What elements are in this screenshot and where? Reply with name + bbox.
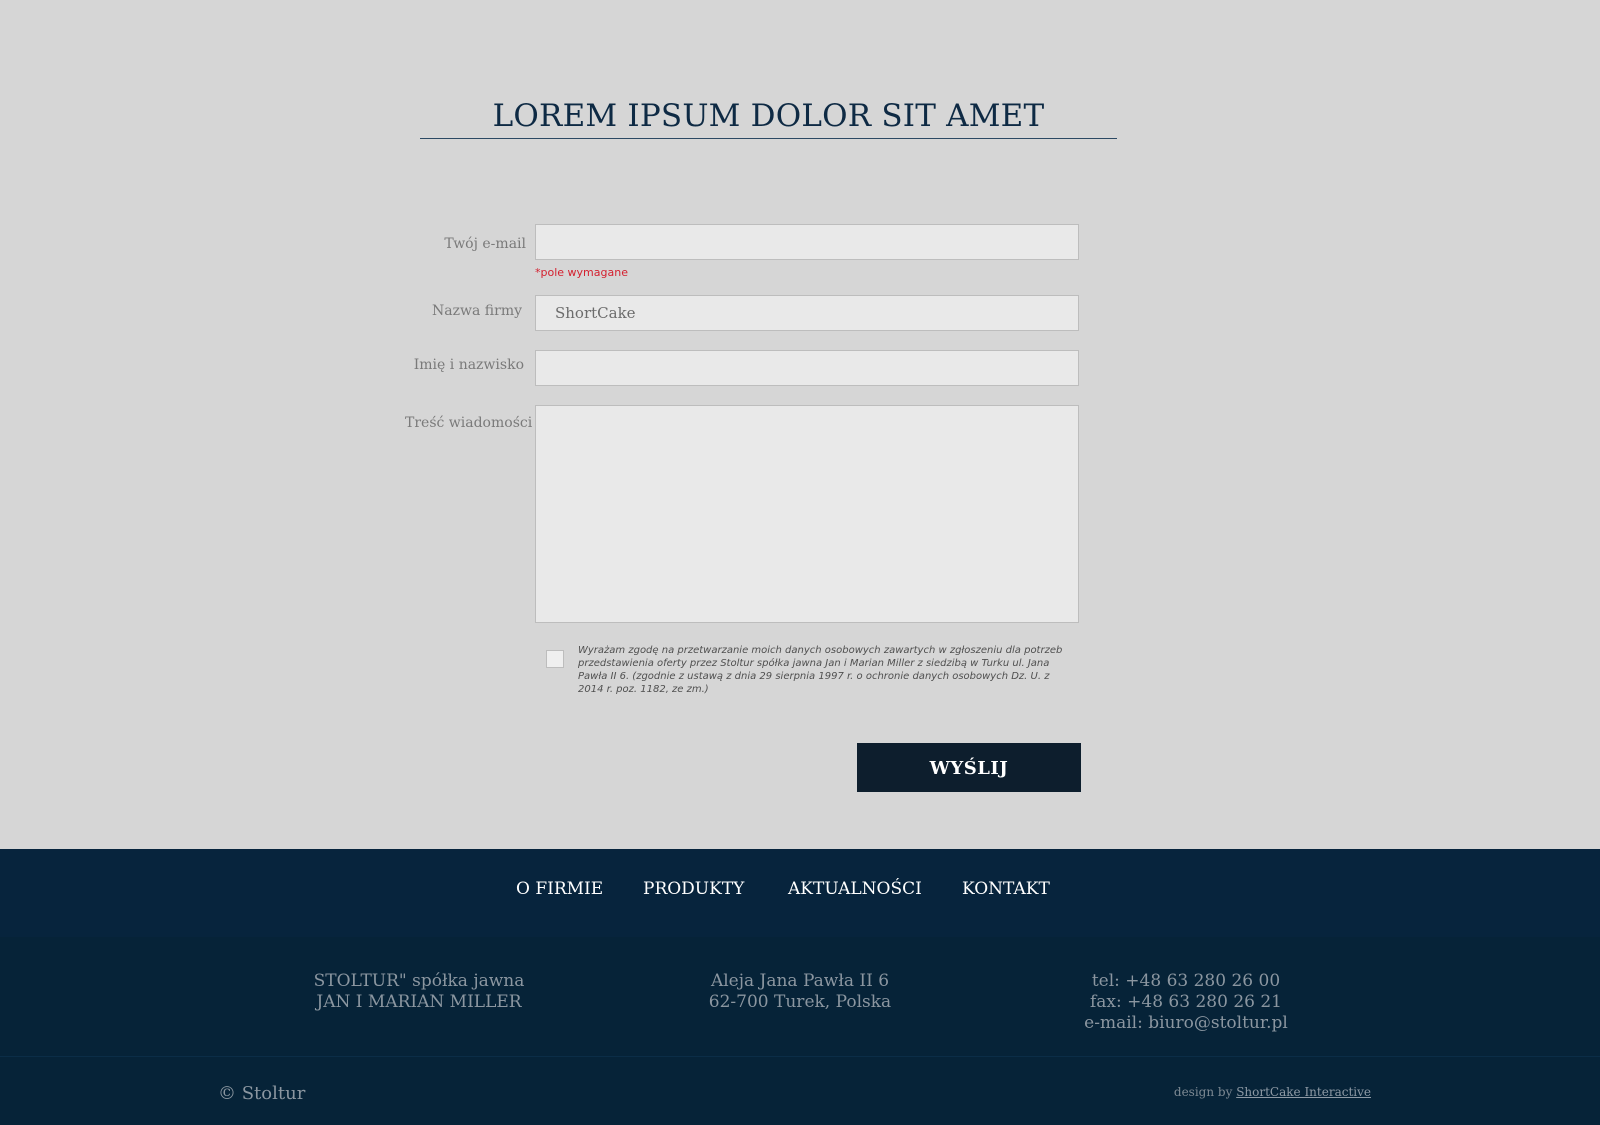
required-note: *pole wymagane xyxy=(535,266,628,279)
consent-text: Wyrażam zgodę na przetwarzanie moich dan… xyxy=(578,645,1063,695)
credit-link[interactable]: ShortCake Interactive xyxy=(1236,1085,1371,1099)
title-divider xyxy=(420,138,1117,139)
copyright: © Stoltur xyxy=(218,1083,306,1104)
address-info: Aleja Jana Pawła II 6 62-700 Turek, Pols… xyxy=(600,971,1000,1013)
email-field[interactable] xyxy=(535,224,1079,260)
message-label: Treść wiadomości xyxy=(405,415,533,431)
page: LOREM IPSUM DOLOR SIT AMET Twój e-mail *… xyxy=(0,0,1600,1125)
contact-email: e-mail: biuro@stoltur.pl xyxy=(1084,1013,1288,1033)
page-title: LOREM IPSUM DOLOR SIT AMET xyxy=(492,98,1045,134)
nav-item-kontakt[interactable]: KONTAKT xyxy=(962,879,1050,899)
address-city: 62-700 Turek, Polska xyxy=(708,992,892,1012)
submit-button[interactable]: WYŚLIJ xyxy=(857,743,1081,792)
email-label: Twój e-mail xyxy=(444,236,526,252)
footer-contact-info: STOLTUR" spółka jawna JAN I MARIAN MILLE… xyxy=(0,937,1600,1056)
contact-section: LOREM IPSUM DOLOR SIT AMET Twój e-mail *… xyxy=(0,0,1600,849)
credit-prefix: design by xyxy=(1173,1085,1233,1099)
nav-item-produkty[interactable]: PRODUKTY xyxy=(643,879,744,899)
phone-number: tel: +48 63 280 26 00 xyxy=(1091,971,1281,991)
company-field[interactable] xyxy=(535,295,1079,331)
footer-nav: O FIRMIE PRODUKTY AKTUALNOŚCI KONTAKT xyxy=(0,849,1600,937)
company-name: STOLTUR" spółka jawna xyxy=(313,971,525,991)
company-info: STOLTUR" spółka jawna JAN I MARIAN MILLE… xyxy=(219,971,619,1013)
message-textarea[interactable] xyxy=(535,405,1079,623)
footer-bottom-bar: © Stoltur design by ShortCake Interactiv… xyxy=(0,1056,1600,1125)
phone-info: tel: +48 63 280 26 00 fax: +48 63 280 26… xyxy=(986,971,1386,1034)
design-credit: design by ShortCake Interactive xyxy=(1174,1085,1371,1099)
company-owners: JAN I MARIAN MILLER xyxy=(316,992,522,1012)
fax-number: fax: +48 63 280 26 21 xyxy=(1090,992,1282,1012)
name-field[interactable] xyxy=(535,350,1079,386)
consent-checkbox[interactable] xyxy=(546,650,564,668)
nav-item-aktualnosci[interactable]: AKTUALNOŚCI xyxy=(788,879,922,899)
company-label: Nazwa firmy xyxy=(432,303,522,319)
address-street: Aleja Jana Pawła II 6 xyxy=(710,971,890,991)
nav-item-o-firmie[interactable]: O FIRMIE xyxy=(516,879,603,899)
name-label: Imię i nazwisko xyxy=(413,357,524,373)
